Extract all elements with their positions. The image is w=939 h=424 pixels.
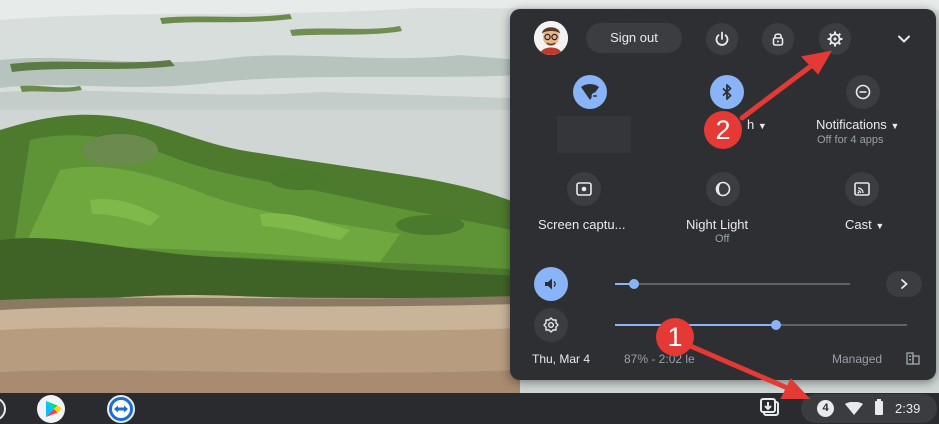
volume-icon bbox=[545, 278, 556, 290]
bluetooth-tile-label-text: h bbox=[747, 117, 755, 132]
notification-count-badge: 4 bbox=[817, 400, 834, 417]
lock-button[interactable] bbox=[762, 23, 794, 55]
status-area-button[interactable]: 4 2:39 bbox=[801, 394, 937, 423]
network-tile-label-area bbox=[557, 116, 631, 153]
sign-out-button[interactable]: Sign out bbox=[586, 23, 682, 53]
cast-icon bbox=[854, 182, 870, 196]
notifications-tile-label[interactable]: Notifications ▼ bbox=[816, 117, 899, 132]
battery-label: 87% - 2:02 le bbox=[624, 352, 695, 366]
chevron-down-icon bbox=[898, 35, 910, 43]
teamviewer-app-icon[interactable] bbox=[107, 395, 135, 423]
brightness-slider-thumb[interactable] bbox=[770, 320, 781, 330]
audio-settings-button[interactable] bbox=[886, 271, 922, 297]
wifi-icon bbox=[845, 401, 863, 420]
cast-tile-button[interactable] bbox=[845, 172, 879, 206]
network-tile-button[interactable] bbox=[573, 75, 607, 109]
quick-settings-panel: Sign out h ▼ Notifications ▼ Off for 4 a… bbox=[510, 9, 936, 380]
caret-down-icon: ▼ bbox=[757, 121, 767, 131]
caret-down-icon: ▼ bbox=[890, 121, 900, 131]
callout-1: 1 bbox=[656, 318, 694, 356]
gear-icon bbox=[827, 31, 843, 47]
bluetooth-tile-label: h ▼ bbox=[747, 117, 767, 132]
cast-tile-label[interactable]: Cast ▼ bbox=[845, 217, 884, 232]
managed-label[interactable]: Managed bbox=[832, 352, 882, 366]
volume-mute-button[interactable] bbox=[534, 267, 568, 301]
callout-2: 2 bbox=[704, 111, 742, 149]
play-store-app-icon[interactable] bbox=[37, 395, 65, 423]
bluetooth-icon bbox=[722, 84, 732, 100]
power-icon bbox=[715, 31, 729, 46]
avatar[interactable] bbox=[534, 21, 568, 55]
lock-icon bbox=[772, 33, 784, 46]
volume-slider-thumb[interactable] bbox=[628, 279, 639, 289]
clock: 2:39 bbox=[895, 401, 921, 416]
screen-capture-icon bbox=[576, 182, 592, 196]
settings-button[interactable] bbox=[819, 23, 851, 55]
caret-down-icon: ▼ bbox=[875, 221, 885, 231]
brightness-button bbox=[534, 308, 568, 342]
power-button[interactable] bbox=[706, 23, 738, 55]
bluetooth-tile-button[interactable] bbox=[710, 75, 744, 109]
enterprise-icon bbox=[906, 352, 920, 365]
night-light-tile-sublabel: Off bbox=[715, 233, 730, 245]
screen-capture-tile-button[interactable] bbox=[567, 172, 601, 206]
notifications-tile-sublabel: Off for 4 apps bbox=[817, 134, 884, 146]
date-label[interactable]: Thu, Mar 4 bbox=[532, 352, 590, 366]
collapse-button[interactable] bbox=[895, 30, 913, 48]
brightness-icon bbox=[543, 317, 559, 333]
brightness-slider-fill bbox=[615, 324, 776, 326]
launcher-button[interactable] bbox=[0, 397, 6, 421]
notifications-tile-label-text: Notifications bbox=[816, 117, 887, 132]
volume-slider[interactable] bbox=[615, 279, 850, 289]
holding-space-icon[interactable] bbox=[759, 397, 783, 419]
shelf: 4 2:39 bbox=[0, 393, 939, 424]
cast-tile-label-text: Cast bbox=[845, 217, 872, 232]
notifications-tile-button[interactable] bbox=[846, 75, 880, 109]
chevron-right-icon bbox=[901, 279, 908, 289]
wifi-icon bbox=[581, 84, 599, 100]
night-light-icon bbox=[715, 181, 731, 197]
screen-capture-tile-label[interactable]: Screen captu... bbox=[538, 217, 625, 232]
do-not-disturb-icon bbox=[855, 84, 871, 100]
night-light-tile-label[interactable]: Night Light bbox=[686, 217, 748, 232]
battery-icon bbox=[875, 399, 883, 415]
night-light-tile-button[interactable] bbox=[706, 172, 740, 206]
